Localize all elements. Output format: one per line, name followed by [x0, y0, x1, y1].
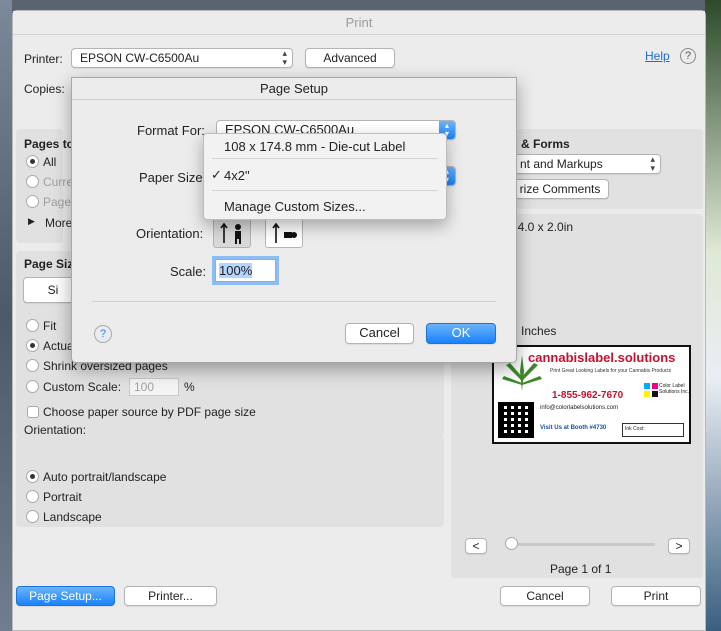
custom-scale-input[interactable]: 100 — [129, 378, 179, 396]
separator — [92, 301, 496, 302]
label-email: info@colorlabelsolutions.com — [540, 405, 619, 411]
pages-all-radio[interactable] — [26, 155, 39, 168]
advanced-button[interactable]: Advanced — [305, 48, 395, 68]
menu-item-4x2[interactable]: 4x2" — [204, 165, 446, 187]
paper-size-label: Paper Size — [139, 170, 203, 185]
chevron-updown-icon: ▴▾ — [282, 48, 287, 67]
pages-more-label[interactable]: More — [45, 216, 72, 230]
scale-input[interactable]: 100% — [215, 259, 276, 282]
printer-label: Printer: — [24, 52, 63, 66]
setup-ok-button[interactable]: OK — [426, 323, 496, 344]
menu-separator — [212, 158, 438, 159]
comments-dropdown-value: nt and Markups — [520, 157, 603, 171]
preview-size-text: : 4.0 x 2.0in — [511, 220, 574, 234]
portrait-radio[interactable] — [26, 490, 39, 503]
portrait-orientation-button[interactable] — [213, 218, 251, 248]
landscape-person-icon — [272, 222, 297, 243]
orientation-label: Orientation: — [136, 226, 204, 241]
format-for-label: Format For: — [137, 123, 205, 138]
desktop-background-left — [0, 0, 12, 631]
pages-header: Pages to — [24, 137, 75, 151]
orientation-header: Orientation: — [24, 423, 87, 437]
fit-label: Fit — [43, 319, 57, 333]
scale-value: 100% — [219, 263, 253, 278]
print-button[interactable]: Print — [611, 586, 701, 606]
label-company: Color Label Solutions Inc. — [659, 383, 690, 395]
window-title: Print — [13, 11, 705, 35]
custom-scale-radio[interactable] — [26, 380, 39, 393]
shrink-radio[interactable] — [26, 359, 39, 372]
label-tagline: Print Great Looking Labels for your Cann… — [550, 368, 672, 374]
cancel-button[interactable]: Cancel — [500, 586, 590, 606]
auto-orientation-radio[interactable] — [26, 470, 39, 483]
portrait-label: Portrait — [43, 490, 82, 504]
auto-orientation-label: Auto portrait/landscape — [43, 470, 167, 484]
pages-range-radio[interactable] — [26, 195, 39, 208]
percent-sign: % — [184, 380, 195, 394]
landscape-label: Landscape — [43, 510, 102, 524]
page-setup-button[interactable]: Page Setup... — [16, 586, 115, 606]
custom-scale-label: Custom Scale: — [43, 380, 122, 394]
printer-button[interactable]: Printer... — [124, 586, 217, 606]
menu-item-manage-custom-sizes[interactable]: Manage Custom Sizes... — [204, 196, 446, 218]
next-page-button[interactable]: > — [668, 538, 690, 554]
chevron-updown-icon: ▴▾ — [650, 154, 655, 173]
fit-radio[interactable] — [26, 319, 39, 332]
help-icon[interactable]: ? — [680, 48, 696, 64]
portrait-person-icon — [220, 222, 241, 244]
printer-value: EPSON CW-C6500Au — [80, 51, 200, 65]
setup-cancel-button[interactable]: Cancel — [345, 323, 414, 344]
desktop-background-right — [705, 0, 721, 631]
label-ink-cost: Ink Cost: — [622, 423, 684, 437]
label-preview: cannabislabel.solutions Print Great Look… — [492, 345, 691, 444]
page-setup-dialog: Page Setup Format For: EPSON CW-C6500Au … — [71, 77, 517, 363]
choose-paper-label: Choose paper source by PDF page size — [43, 405, 256, 419]
actual-size-label: Actua — [43, 339, 74, 353]
preview-inches-text: 2 Inches — [511, 324, 557, 338]
summarize-comments-button[interactable]: rize Comments — [511, 179, 609, 199]
paper-size-menu: 108 x 174.8 mm - Die-cut Label ✓ 4x2" Ma… — [203, 133, 447, 220]
help-icon[interactable]: ? — [94, 325, 112, 343]
page-size-header: Page Siz — [24, 257, 74, 271]
prev-page-button[interactable]: < — [465, 538, 487, 554]
copies-label: Copies: — [24, 82, 65, 96]
printer-dropdown[interactable]: EPSON CW-C6500Au ▴ ▾ — [71, 48, 293, 68]
page-indicator: Page 1 of 1 — [550, 562, 612, 576]
qr-code — [498, 402, 534, 438]
pages-current-radio[interactable] — [26, 175, 39, 188]
color-logo-icon — [644, 383, 658, 397]
landscape-orientation-button[interactable] — [265, 218, 303, 248]
pages-all-label: All — [43, 155, 57, 169]
menu-separator — [212, 190, 438, 191]
comments-header: s & Forms — [511, 137, 570, 151]
label-booth: Visit Us at Booth #4730 — [540, 425, 607, 431]
page-slider-track[interactable] — [505, 543, 655, 546]
page-slider-thumb[interactable] — [505, 537, 518, 550]
page-setup-title: Page Setup — [72, 78, 516, 100]
help-link[interactable]: Help — [645, 49, 670, 63]
choose-paper-checkbox[interactable] — [27, 406, 39, 418]
landscape-radio[interactable] — [26, 510, 39, 523]
comments-dropdown[interactable]: nt and Markups ▴ ▾ — [511, 154, 661, 174]
disclosure-triangle-icon[interactable]: ▶ — [28, 216, 35, 227]
label-brand: cannabislabel.solutions — [528, 350, 676, 365]
actual-size-radio[interactable] — [26, 339, 39, 352]
menu-item-die-cut-label[interactable]: 108 x 174.8 mm - Die-cut Label — [204, 136, 446, 158]
pages-current-label: Curre — [43, 175, 74, 189]
label-phone: 1-855-962-7670 — [552, 390, 624, 401]
scale-label: Scale: — [170, 264, 207, 279]
